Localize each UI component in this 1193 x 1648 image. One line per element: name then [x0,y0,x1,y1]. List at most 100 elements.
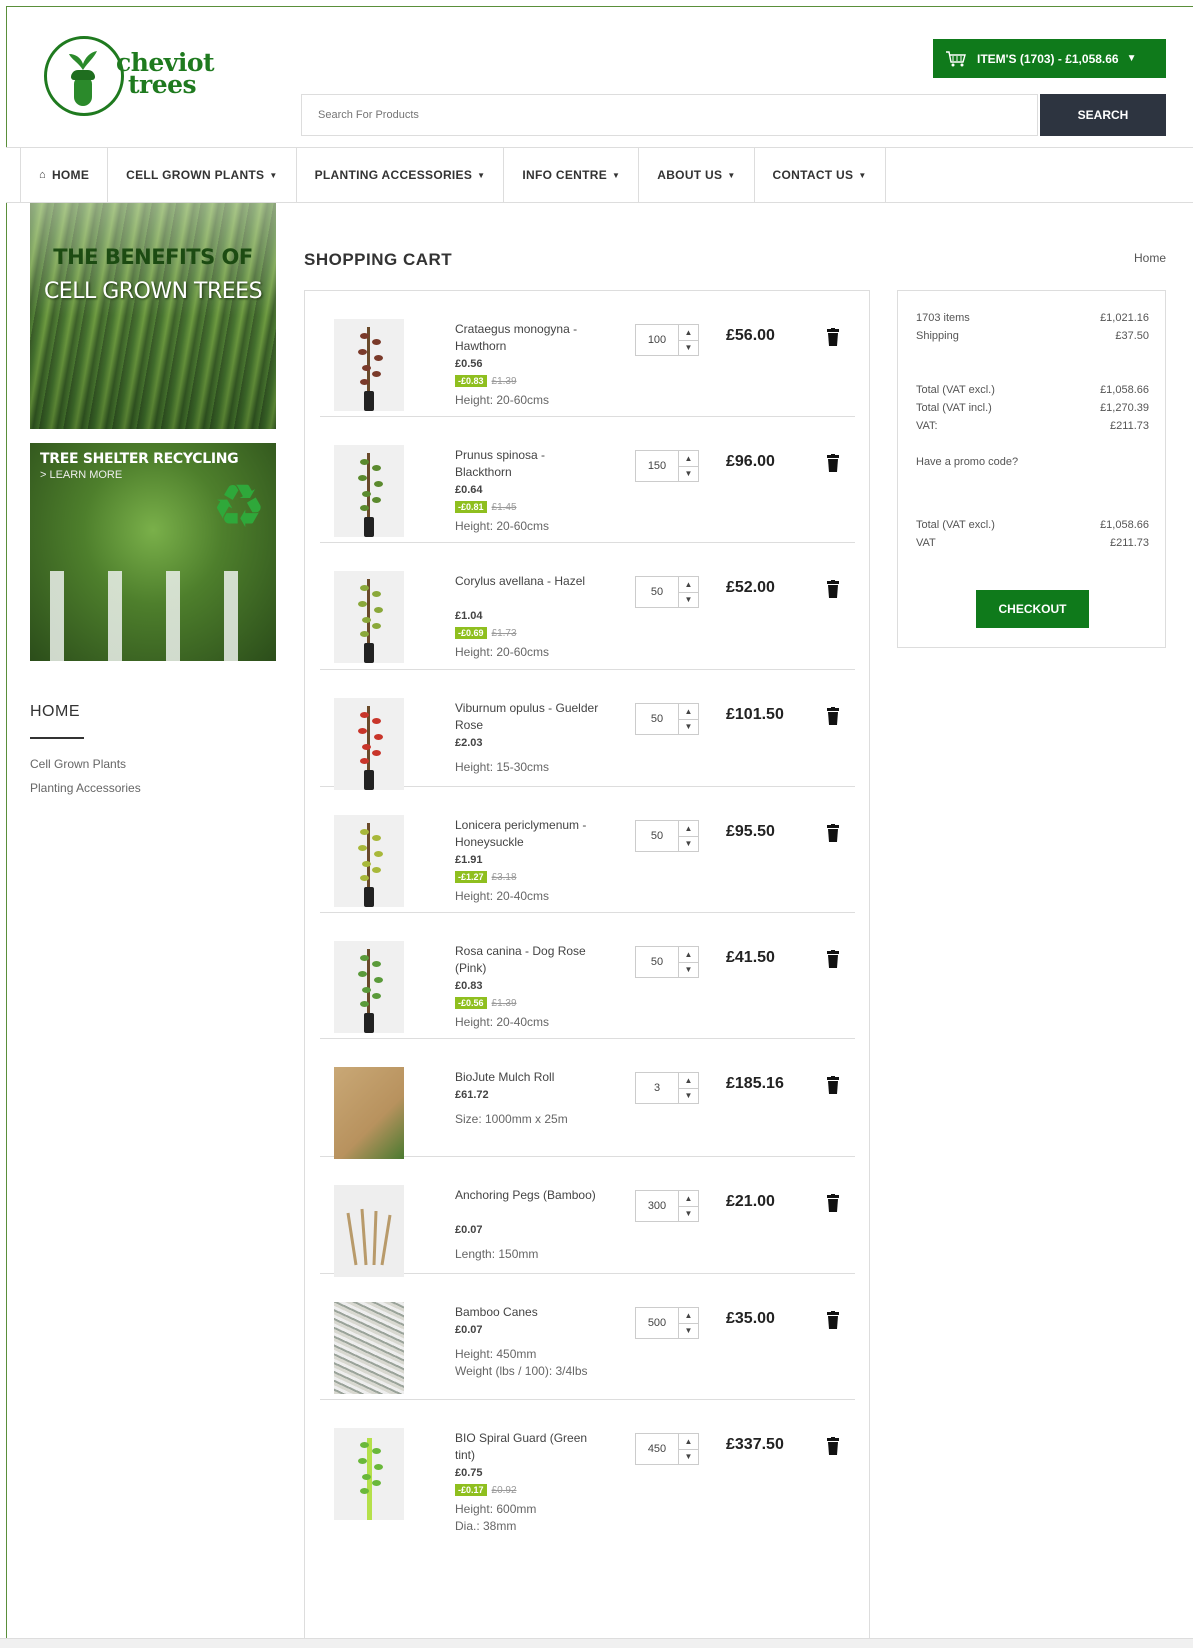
trash-icon[interactable] [827,1311,839,1329]
product-name[interactable]: Lonicera periclymenum - Honeysuckle [455,817,605,851]
line-total: £337.50 [726,1436,784,1453]
banner2-line2[interactable]: > LEARN MORE [40,469,122,481]
search-input[interactable] [301,94,1038,136]
nav-item-contact-us[interactable]: CONTACT US ▼ [755,148,886,202]
trash-icon[interactable] [827,950,839,968]
quantity-stepper[interactable]: ▲▼ [635,450,699,482]
quantity-input[interactable] [636,1191,679,1221]
trash-icon[interactable] [827,580,839,598]
product-image[interactable] [334,319,404,411]
nav-item-label: CELL GROWN PLANTS [126,168,265,182]
quantity-stepper[interactable]: ▲▼ [635,576,699,608]
product-name[interactable]: Bamboo Canes [455,1304,605,1321]
logo[interactable]: cheviot trees [44,36,215,120]
leaf [360,333,369,339]
chevron-down-icon[interactable]: ▼ [679,835,698,852]
chevron-up-icon[interactable]: ▲ [679,451,698,466]
quantity-input[interactable] [636,1434,679,1464]
quantity-stepper[interactable]: ▲▼ [635,1072,699,1104]
chevron-down-icon[interactable]: ▼ [679,1087,698,1104]
product-name[interactable]: Crataegus monogyna - Hawthorn [455,321,605,355]
quantity-stepper[interactable]: ▲▼ [635,324,699,356]
quantity-stepper[interactable]: ▲▼ [635,703,699,735]
quantity-input[interactable] [636,821,679,851]
product-name[interactable]: Viburnum opulus - Guelder Rose [455,700,605,734]
nav-item-cell-grown-plants[interactable]: CELL GROWN PLANTS ▼ [108,148,297,202]
breadcrumb[interactable]: Home [1134,251,1166,265]
product-image[interactable] [334,815,404,907]
checkout-button[interactable]: CHECKOUT [976,590,1089,628]
chevron-up-icon[interactable]: ▲ [679,1434,698,1449]
search-button[interactable]: SEARCH [1040,94,1166,136]
quantity-buttons: ▲ ▼ [679,1434,698,1464]
promo-code-label[interactable]: Have a promo code? [916,455,1018,469]
chevron-up-icon[interactable]: ▲ [679,1191,698,1206]
chevron-down-icon[interactable]: ▼ [679,339,698,356]
product-image[interactable] [334,698,404,790]
leaf [358,971,367,977]
chevron-down-icon[interactable]: ▼ [679,1322,698,1339]
quantity-input[interactable] [636,577,679,607]
chevron-up-icon[interactable]: ▲ [679,1308,698,1323]
product-attributes: Height: 15-30cms [455,759,615,776]
chevron-down-icon[interactable]: ▼ [679,1205,698,1222]
chevron-down-icon[interactable]: ▼ [679,591,698,608]
quantity-input[interactable] [636,451,679,481]
banner-tree-shelter-recycling[interactable]: ♻ TREE SHELTER RECYCLING > LEARN MORE [30,443,276,661]
chevron-up-icon[interactable]: ▲ [679,821,698,836]
product-name[interactable]: Anchoring Pegs (Bamboo) [455,1187,605,1204]
sidebar-link-cell-grown-plants[interactable]: Cell Grown Plants [30,757,126,771]
chevron-up-icon[interactable]: ▲ [679,577,698,592]
nav-item-home[interactable]: ⌂ HOME [20,148,109,202]
chevron-down-icon[interactable]: ▼ [679,961,698,978]
quantity-input[interactable] [636,1073,679,1103]
product-image[interactable] [334,1185,404,1277]
chevron-down-icon[interactable]: ▼ [679,1448,698,1465]
chevron-up-icon[interactable]: ▲ [679,947,698,962]
cart-summary-button[interactable]: ITEM'S (1703) - £1,058.66 ▼ [933,39,1166,78]
trash-icon[interactable] [827,707,839,725]
product-name[interactable]: Rosa canina - Dog Rose (Pink) [455,943,605,977]
quantity-stepper[interactable]: ▲▼ [635,1433,699,1465]
chevron-down-icon[interactable]: ▼ [679,718,698,735]
quantity-input[interactable] [636,704,679,734]
trash-icon[interactable] [827,824,839,842]
quantity-input[interactable] [636,325,679,355]
trash-icon[interactable] [827,454,839,472]
product-name[interactable]: BioJute Mulch Roll [455,1069,605,1086]
trash-icon[interactable] [827,1076,839,1094]
horizontal-scrollbar[interactable] [0,1638,1193,1648]
product-image[interactable] [334,1428,404,1520]
summary-items-value: £1,021.16 [1100,312,1149,324]
chevron-up-icon[interactable]: ▲ [679,1073,698,1088]
unit-price: £0.83 [455,980,483,992]
product-image[interactable] [334,571,404,663]
summary-total-incl-label: Total (VAT incl.) [916,402,992,414]
banner-cell-grown-trees[interactable]: THE BENEFITS OF CELL GROWN TREES [30,203,276,429]
trash-icon[interactable] [827,1194,839,1212]
quantity-input[interactable] [636,1308,679,1338]
chevron-down-icon[interactable]: ▼ [679,465,698,482]
chevron-up-icon[interactable]: ▲ [679,704,698,719]
product-name[interactable]: Prunus spinosa - Blackthorn [455,447,605,481]
quantity-stepper[interactable]: ▲▼ [635,820,699,852]
sidebar-link-planting-accessories[interactable]: Planting Accessories [30,781,141,795]
nav-item-planting-accessories[interactable]: PLANTING ACCESSORIES ▼ [297,148,505,202]
product-attribute: Height: 20-60cms [455,519,550,533]
quantity-stepper[interactable]: ▲▼ [635,946,699,978]
trash-icon[interactable] [827,1437,839,1455]
nav-item-about-us[interactable]: ABOUT US ▼ [639,148,755,202]
product-name[interactable]: Corylus avellana - Hazel [455,573,605,590]
quantity-input[interactable] [636,947,679,977]
quantity-stepper[interactable]: ▲▼ [635,1307,699,1339]
nav-item-info-centre[interactable]: INFO CENTRE ▼ [504,148,640,202]
product-name[interactable]: BIO Spiral Guard (Green tint) [455,1430,605,1464]
promo-code-link[interactable]: Have a promo code? [916,455,1149,469]
product-image[interactable] [334,445,404,537]
chevron-up-icon[interactable]: ▲ [679,325,698,340]
product-image[interactable] [334,941,404,1033]
product-image[interactable] [334,1302,404,1394]
quantity-stepper[interactable]: ▲▼ [635,1190,699,1222]
trash-icon[interactable] [827,328,839,346]
product-image[interactable] [334,1067,404,1159]
